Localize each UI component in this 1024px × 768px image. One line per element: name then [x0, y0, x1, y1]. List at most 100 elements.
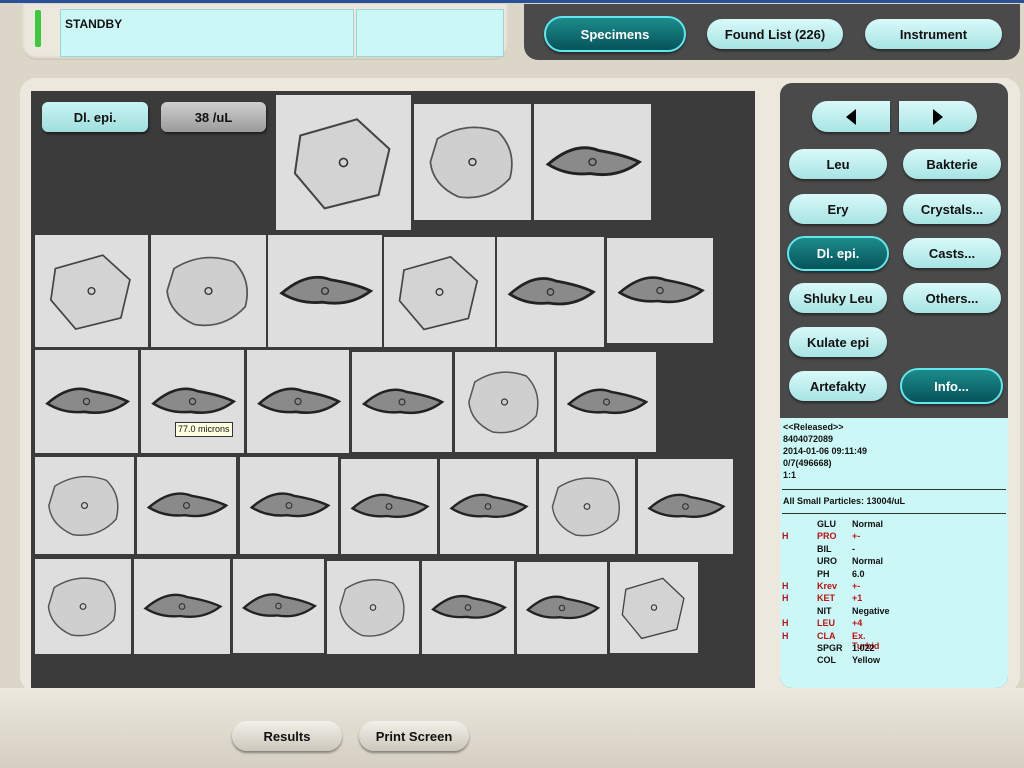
- particle-image-cell[interactable]: [638, 459, 733, 554]
- test-value: 1.022: [852, 643, 875, 653]
- epithelial-cell-image: [249, 492, 331, 518]
- test-value: Negative: [852, 605, 890, 616]
- particle-image-cell[interactable]: [276, 95, 411, 230]
- particle-image-cell[interactable]: [517, 562, 607, 654]
- particle-image-cell[interactable]: [341, 459, 437, 554]
- test-value: +-: [852, 581, 861, 591]
- results-button[interactable]: Results: [232, 721, 342, 751]
- particle-image-cell[interactable]: [534, 104, 651, 220]
- epithelial-cell-image: [47, 577, 116, 637]
- epithelial-cell-image: [143, 593, 223, 619]
- test-value: +4: [852, 618, 863, 629]
- specimens-button[interactable]: Specimens: [544, 16, 686, 52]
- previous-button[interactable]: [812, 101, 890, 132]
- particle-image-cell[interactable]: [539, 459, 635, 554]
- epithelial-cell-image: [257, 387, 342, 414]
- test-name: LEU: [817, 618, 835, 629]
- particle-image-cell[interactable]: [151, 235, 266, 347]
- particle-image-cell[interactable]: [610, 562, 698, 653]
- test-name: PRO: [817, 531, 837, 542]
- instrument-button[interactable]: Instrument: [865, 19, 1002, 49]
- epithelial-cell-image: [350, 493, 430, 519]
- particle-image-cell[interactable]: [35, 559, 131, 654]
- next-button[interactable]: [899, 101, 977, 132]
- category-leu-button[interactable]: Leu: [789, 149, 887, 179]
- epithelial-cell-image: [621, 577, 685, 640]
- particle-image-cell[interactable]: [440, 459, 536, 554]
- category-crystals-button[interactable]: Crystals...: [903, 194, 1001, 224]
- particle-image-cell[interactable]: [352, 352, 452, 452]
- category-artefakty-button[interactable]: Artefakty: [789, 371, 887, 401]
- flag-marker: H: [782, 593, 789, 604]
- particle-image-cell[interactable]: [497, 237, 604, 347]
- particle-image-cell[interactable]: [141, 350, 244, 453]
- test-name: SPGR: [817, 643, 843, 653]
- test-name: BIL: [817, 543, 832, 554]
- epithelial-cell-image: [507, 277, 596, 306]
- epithelial-cell-image: [566, 388, 649, 415]
- epithelial-cell-image: [551, 477, 620, 537]
- test-name: KET: [817, 593, 835, 604]
- flag-marker: H: [782, 630, 789, 641]
- flag-marker: H: [782, 618, 789, 629]
- category-others-button[interactable]: Others...: [903, 283, 1001, 313]
- epithelial-cell-image: [166, 256, 249, 327]
- test-value: +-: [852, 531, 861, 542]
- particle-image-cell[interactable]: [455, 352, 554, 452]
- test-value: +1: [852, 593, 863, 604]
- epithelial-cell-image: [431, 594, 507, 619]
- test-name: CLA: [817, 630, 836, 641]
- category-bakterie-button[interactable]: Bakterie: [903, 149, 1001, 179]
- particle-image-cell[interactable]: [137, 457, 236, 554]
- particle-image-cell[interactable]: [422, 561, 514, 654]
- particle-image-cell[interactable]: [240, 457, 338, 554]
- released-status: <<Released>>: [783, 422, 844, 432]
- test-value: 6.0: [852, 568, 865, 579]
- flag-marker: H: [782, 531, 789, 542]
- status-field-secondary: [356, 9, 504, 57]
- arrow-right-icon: [933, 108, 943, 125]
- info-button[interactable]: Info...: [900, 368, 1003, 404]
- status-indicator-led: [35, 10, 41, 47]
- epithelial-cell-image: [151, 387, 237, 414]
- particle-image-cell[interactable]: [35, 457, 134, 554]
- sample-datetime: 2014-01-06 09:11:49: [783, 446, 868, 456]
- category-casts-button[interactable]: Casts...: [903, 238, 1001, 268]
- particle-image-cell[interactable]: [607, 238, 713, 343]
- particle-image-cell[interactable]: [247, 350, 349, 453]
- print-screen-button[interactable]: Print Screen: [359, 721, 469, 751]
- particle-image-cell[interactable]: [384, 237, 495, 347]
- concentration-chip: 38 /uL: [161, 102, 266, 132]
- epithelial-cell-image: [449, 493, 529, 519]
- test-value: -: [852, 543, 855, 554]
- test-name: Krev: [817, 581, 838, 591]
- divider: [782, 513, 1006, 514]
- category-dl-epi-button[interactable]: Dl. epi.: [787, 236, 889, 271]
- particle-image-cell[interactable]: [327, 561, 419, 654]
- particle-image-cell[interactable]: [233, 559, 324, 653]
- epithelial-cell-image: [429, 126, 513, 199]
- test-name: PH: [817, 568, 830, 579]
- flag-marker: H: [782, 581, 789, 591]
- arrow-left-icon: [846, 108, 856, 125]
- status-text: STANDBY: [65, 17, 123, 31]
- category-shluky-leu-button[interactable]: Shluky Leu: [789, 283, 887, 313]
- particle-image-cell[interactable]: [35, 235, 148, 347]
- particle-image-cell[interactable]: [134, 559, 230, 654]
- epithelial-cell-image: [146, 492, 229, 518]
- particle-image-cell[interactable]: [268, 235, 382, 347]
- particle-image-cell[interactable]: [557, 352, 656, 452]
- particle-image-cell[interactable]: [414, 104, 531, 220]
- epithelial-cell-image: [398, 255, 479, 331]
- epithelial-cell-image: [647, 493, 726, 519]
- category-kulate-epi-button[interactable]: Kulate epi: [789, 327, 887, 357]
- window-top-border: [0, 0, 1024, 3]
- found-list-button[interactable]: Found List (226): [707, 19, 843, 49]
- bottom-toolbar: [0, 688, 1024, 768]
- particle-image-cell[interactable]: [35, 350, 138, 453]
- epithelial-cell-image: [339, 579, 405, 637]
- epithelial-cell-image: [617, 276, 705, 304]
- sample-info-panel: <<Released>> 8404072089 2014-01-06 09:11…: [780, 418, 1008, 688]
- category-ery-button[interactable]: Ery: [789, 194, 887, 224]
- epithelial-cell-image: [49, 254, 131, 331]
